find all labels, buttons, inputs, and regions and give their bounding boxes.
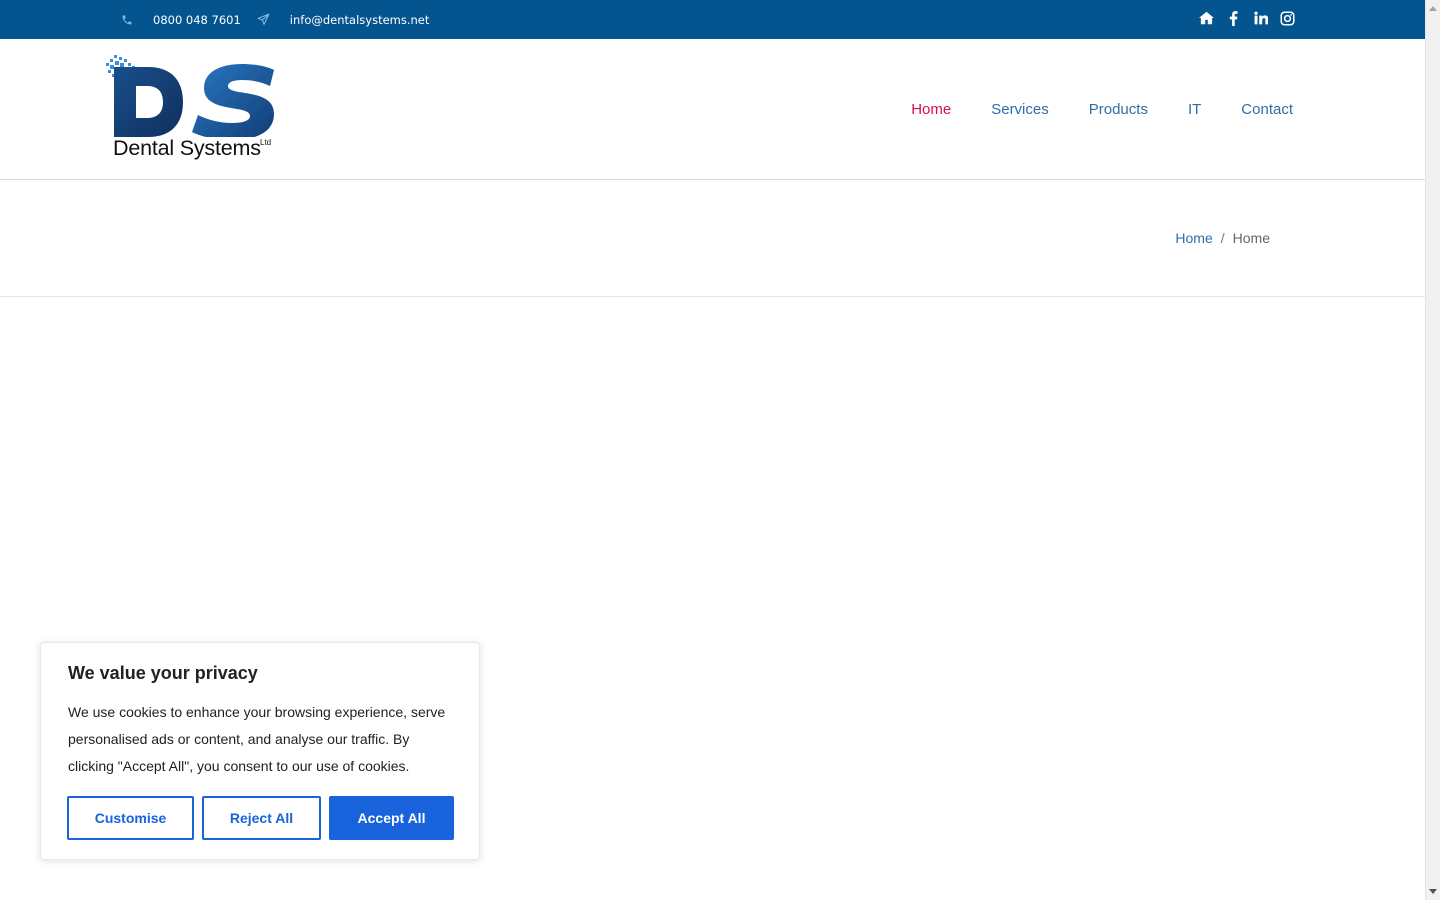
breadcrumb: Home / Home [1175, 230, 1270, 246]
breadcrumb-separator: / [1220, 230, 1225, 246]
top-bar: 0800 048 7601 info@dentalsystems.net [0, 0, 1425, 39]
customise-button[interactable]: Customise [67, 796, 194, 840]
main-nav: Home Services Products IT Contact [871, 39, 1293, 179]
instagram-icon[interactable] [1280, 11, 1295, 26]
linkedin-icon[interactable] [1253, 11, 1268, 26]
page-scrollbar[interactable] [1425, 0, 1440, 900]
nav-item-home[interactable]: Home [911, 101, 951, 118]
home-icon[interactable] [1199, 11, 1214, 26]
page-title-band: Home / Home [0, 180, 1425, 297]
page: 0800 048 7601 info@dentalsystems.net Den… [0, 0, 1425, 900]
site-logo[interactable]: Dental Systems Ltd [104, 53, 280, 167]
top-bar-contact: 0800 048 7601 info@dentalsystems.net [120, 0, 445, 39]
email-link[interactable]: info@dentalsystems.net [290, 13, 430, 27]
social-links [1199, 0, 1295, 36]
breadcrumb-home-link[interactable]: Home [1175, 230, 1212, 246]
cookie-description: We use cookies to enhance your browsing … [68, 704, 446, 774]
accept-all-button[interactable]: Accept All [329, 796, 454, 840]
reject-all-button[interactable]: Reject All [202, 796, 321, 840]
nav-item-products[interactable]: Products [1089, 101, 1148, 118]
phone-icon [120, 13, 134, 27]
phone-number-link[interactable]: 0800 048 7601 [153, 13, 241, 27]
breadcrumb-current: Home [1232, 230, 1270, 246]
logo-suffix: Ltd [260, 138, 272, 147]
site-header: Dental Systems Ltd Home Services Product… [0, 39, 1425, 180]
logo-mark [106, 55, 274, 140]
nav-item-it[interactable]: IT [1188, 101, 1201, 118]
nav-item-contact[interactable]: Contact [1241, 101, 1293, 118]
paper-plane-icon [257, 13, 271, 27]
nav-item-services[interactable]: Services [991, 101, 1049, 118]
logo-wordmark: Dental Systems [113, 136, 261, 160]
facebook-icon[interactable] [1226, 10, 1241, 26]
cookie-title: We value your privacy [68, 663, 258, 683]
scroll-up-arrow-icon[interactable] [1429, 6, 1437, 11]
scroll-down-arrow-icon[interactable] [1429, 889, 1437, 894]
cookie-consent-banner: We value your privacy We use cookies to … [40, 642, 480, 860]
